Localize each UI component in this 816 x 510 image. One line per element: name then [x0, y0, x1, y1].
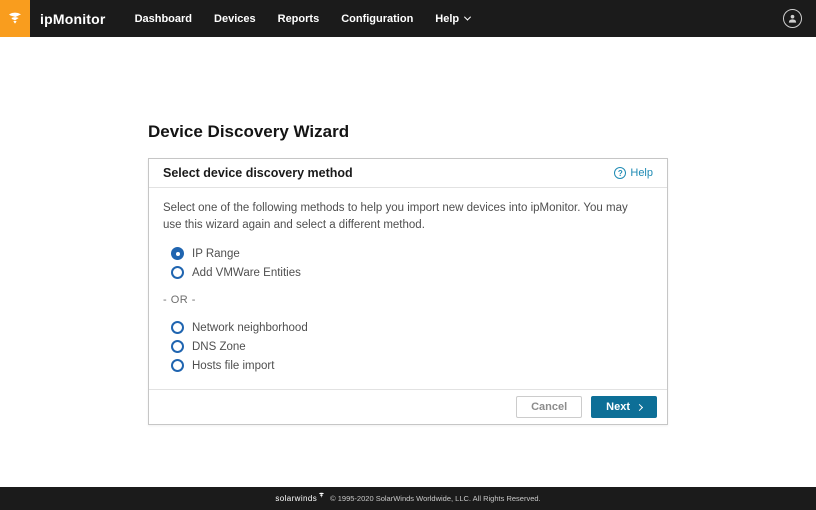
cancel-button[interactable]: Cancel: [516, 396, 582, 418]
radio-option-ip-range[interactable]: IP Range: [171, 244, 653, 263]
person-icon: [787, 13, 798, 24]
radio-option-hosts-file-import[interactable]: Hosts file import: [171, 356, 653, 375]
radio-icon[interactable]: [171, 359, 184, 372]
or-separator: - OR -: [163, 294, 653, 306]
radio-icon[interactable]: [171, 247, 184, 260]
radio-option-network-neighborhood[interactable]: Network neighborhood: [171, 318, 653, 337]
radio-option-dns-zone[interactable]: DNS Zone: [171, 337, 653, 356]
description-text: Select one of the following methods to h…: [163, 200, 633, 234]
footer-brand: solarwinds: [275, 494, 325, 503]
nav-item-reports[interactable]: Reports: [267, 0, 331, 37]
card-header: Select device discovery method Help: [149, 159, 667, 188]
card-footer: Cancel Next: [149, 389, 667, 424]
radio-option-add-vmware-entities[interactable]: Add VMWare Entities: [171, 263, 653, 282]
next-button-label: Next: [606, 401, 630, 413]
copyright-text: © 1995-2020 SolarWinds Worldwide, LLC. A…: [330, 494, 541, 503]
radio-label: IP Range: [192, 248, 240, 260]
chevron-down-icon: [464, 14, 471, 21]
radio-label: Network neighborhood: [192, 322, 308, 334]
nav-item-dashboard[interactable]: Dashboard: [124, 0, 203, 37]
radio-label: Add VMWare Entities: [192, 267, 301, 279]
main-nav: Dashboard Devices Reports Configuration …: [124, 0, 482, 37]
next-button[interactable]: Next: [591, 396, 657, 418]
radio-label: DNS Zone: [192, 341, 246, 353]
radio-icon[interactable]: [171, 321, 184, 334]
nav-item-help[interactable]: Help: [424, 0, 481, 37]
card-body: Select one of the following methods to h…: [149, 188, 667, 389]
footer-brand-label: solarwinds: [275, 494, 317, 503]
radio-icon[interactable]: [171, 340, 184, 353]
main-content: Device Discovery Wizard Select device di…: [0, 37, 816, 425]
solarwinds-logo-icon[interactable]: [0, 0, 30, 37]
swirl-icon: [318, 492, 325, 499]
app-title[interactable]: ipMonitor: [40, 11, 106, 27]
help-link[interactable]: Help: [614, 167, 653, 179]
swirl-icon: [7, 11, 23, 27]
card-title: Select device discovery method: [163, 166, 353, 180]
nav-help-label: Help: [435, 13, 459, 25]
page-title: Device Discovery Wizard: [148, 122, 816, 142]
user-account-button[interactable]: [783, 9, 802, 28]
page-footer: solarwinds © 1995-2020 SolarWinds Worldw…: [0, 487, 816, 510]
chevron-right-icon: [636, 403, 643, 410]
top-navbar: ipMonitor Dashboard Devices Reports Conf…: [0, 0, 816, 37]
nav-item-configuration[interactable]: Configuration: [330, 0, 424, 37]
discovery-method-card: Select device discovery method Help Sele…: [148, 158, 668, 425]
radio-label: Hosts file import: [192, 360, 274, 372]
question-circle-icon: [614, 167, 626, 179]
radio-icon[interactable]: [171, 266, 184, 279]
nav-item-devices[interactable]: Devices: [203, 0, 267, 37]
help-link-label: Help: [630, 167, 653, 179]
